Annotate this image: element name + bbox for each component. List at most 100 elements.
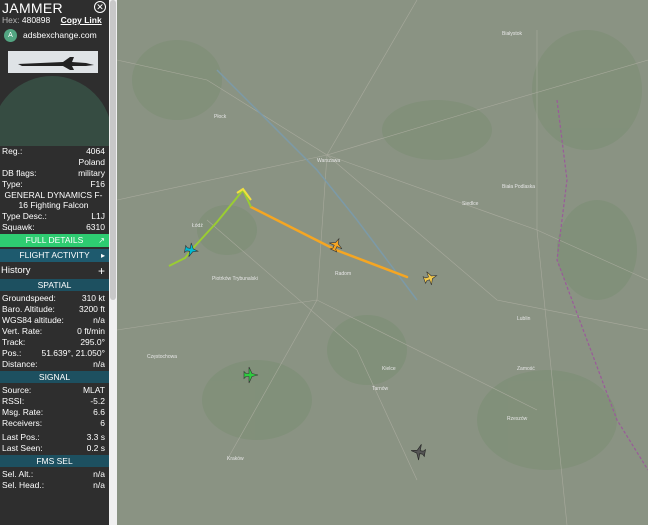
detail-key: Vert. Rate: [2,326,43,336]
detail-row: Last Seen: 0.2 s [0,443,109,454]
detail-key: Reg.: [2,146,23,156]
detail-value: n/a [93,469,105,479]
detail-key: Last Pos.: [2,432,40,442]
detail-value: 3.3 s [86,432,105,442]
map-view[interactable]: Białystok Płock Warszawa Łódź Radom Kiel… [117,0,648,525]
close-icon[interactable]: ✕ [94,1,106,13]
detail-row: Sel. Alt.: n/a [0,469,109,480]
city-label: Zamość [517,366,535,372]
detail-key: Sel. Alt.: [2,469,34,479]
detail-value: n/a [93,359,105,369]
fms-header[interactable]: FMS SEL [0,455,109,467]
detail-value: L1J [91,211,105,221]
detail-row: Baro. Altitude: 3200 ft [0,304,109,315]
detail-row: Pos.: 51.639°, 21.050° [0,348,109,359]
detail-row: RSSI: -5.2 [0,396,109,407]
detail-value: 3200 ft [79,304,105,314]
hex-row: Hex: 480898 Copy Link [2,15,102,25]
detail-row: Last Pos.: 3.3 s [0,432,109,443]
plus-icon[interactable]: + [98,264,105,278]
flight-activity-button[interactable]: FLIGHT ACTIVITY ▸ [0,249,109,262]
detail-value: -5.2 [90,396,105,406]
detail-value: 4064 [86,146,105,156]
logo-watermark [0,76,109,146]
city-label: Płock [214,114,227,120]
panel-scrollbar[interactable] [109,0,117,525]
hex-label: Hex: [2,15,20,25]
detail-value: MLAT [82,385,105,395]
detail-key: Last Seen: [2,443,43,453]
detail-value: 310 kt [81,293,105,303]
detail-row: Vert. Rate: 0 ft/min [0,326,109,337]
full-details-label: FULL DETAILS [25,235,84,245]
copy-link[interactable]: Copy Link [61,15,102,25]
detail-key: Groundspeed: [2,293,56,303]
detail-value: 6 [100,418,105,428]
detail-row: Source: MLAT [0,385,109,396]
signal-header[interactable]: SIGNAL [0,371,109,383]
city-label: Częstochowa [147,354,177,360]
detail-row: Squawk: 6310 [0,222,109,233]
scrollbar-thumb[interactable] [110,0,116,300]
type-full-value: GENERAL DYNAMICS F-16 Fighting Falcon [4,190,103,210]
detail-row: Groundspeed: 310 kt [0,293,109,304]
detail-value: n/a [93,315,105,325]
aircraft-info-panel: JAMMER ✕ Hex: 480898 Copy Link A adsbexc… [0,0,109,525]
detail-key: RSSI: [2,396,25,406]
detail-value: 295.0° [80,337,105,347]
city-label: Warszawa [317,158,340,164]
detail-value: 6310 [86,222,105,232]
adsbexchange-logo-icon: A [4,29,17,42]
city-label: Rzeszów [507,416,528,422]
city-label: Białystok [502,31,523,37]
city-label: Lublin [517,316,531,322]
detail-key: DB flags: [2,168,37,178]
detail-key: Type Desc.: [2,211,47,221]
detail-key: Source: [2,385,32,395]
detail-key: Baro. Altitude: [2,304,55,314]
detail-value: 6.6 [93,407,105,417]
detail-value: military [78,168,105,178]
source-row[interactable]: A adsbexchange.com [0,28,109,44]
detail-key: Pos.: [2,348,22,358]
detail-value: n/a [93,480,105,490]
detail-row: Type: F16 [0,179,109,190]
aircraft-photo-area [0,46,109,146]
city-label: Biała Podlaska [502,184,535,190]
detail-row: DB flags: military [0,168,109,179]
city-label: Łódź [192,223,203,229]
detail-row: Poland [0,157,109,168]
city-label: Radom [335,271,351,277]
detail-key: Receivers: [2,418,43,428]
city-label: Piotrków Trybunalski [212,276,258,282]
history-row[interactable]: History + [0,264,109,278]
f16-silhouette-icon [18,57,94,70]
detail-key: Track: [2,337,26,347]
aircraft-photo[interactable] [8,51,98,73]
detail-row: Type Desc.: L1J [0,211,109,222]
external-link-icon: ↗ [98,236,105,245]
source-link[interactable]: adsbexchange.com [23,30,97,40]
detail-key: Msg. Rate: [2,407,44,417]
detail-row: Track: 295.0° [0,337,109,348]
detail-row: Distance: n/a [0,359,109,370]
panel-header: JAMMER ✕ Hex: 480898 Copy Link [0,0,109,28]
callsign-title: JAMMER [2,0,63,16]
detail-row: Reg.: 4064 [0,146,109,157]
detail-key: Squawk: [2,222,35,232]
type-full-row: GENERAL DYNAMICS F-16 Fighting Falcon [0,190,109,211]
city-label: Tarnów [372,386,389,392]
detail-value: 0 ft/min [77,326,105,336]
map-canvas[interactable]: Białystok Płock Warszawa Łódź Radom Kiel… [117,0,648,525]
city-label: Kraków [227,456,244,462]
city-label: Siedlce [462,201,479,207]
city-label: Kielce [382,366,396,372]
full-details-button[interactable]: FULL DETAILS ↗ [0,234,109,247]
detail-key: Distance: [2,359,38,369]
detail-key: Sel. Head.: [2,480,45,490]
detail-value: Poland [78,157,105,167]
detail-value: F16 [90,179,105,189]
hex-value: 480898 [21,15,51,25]
spatial-header[interactable]: SPATIAL [0,279,109,291]
detail-key: WGS84 altitude: [2,315,64,325]
